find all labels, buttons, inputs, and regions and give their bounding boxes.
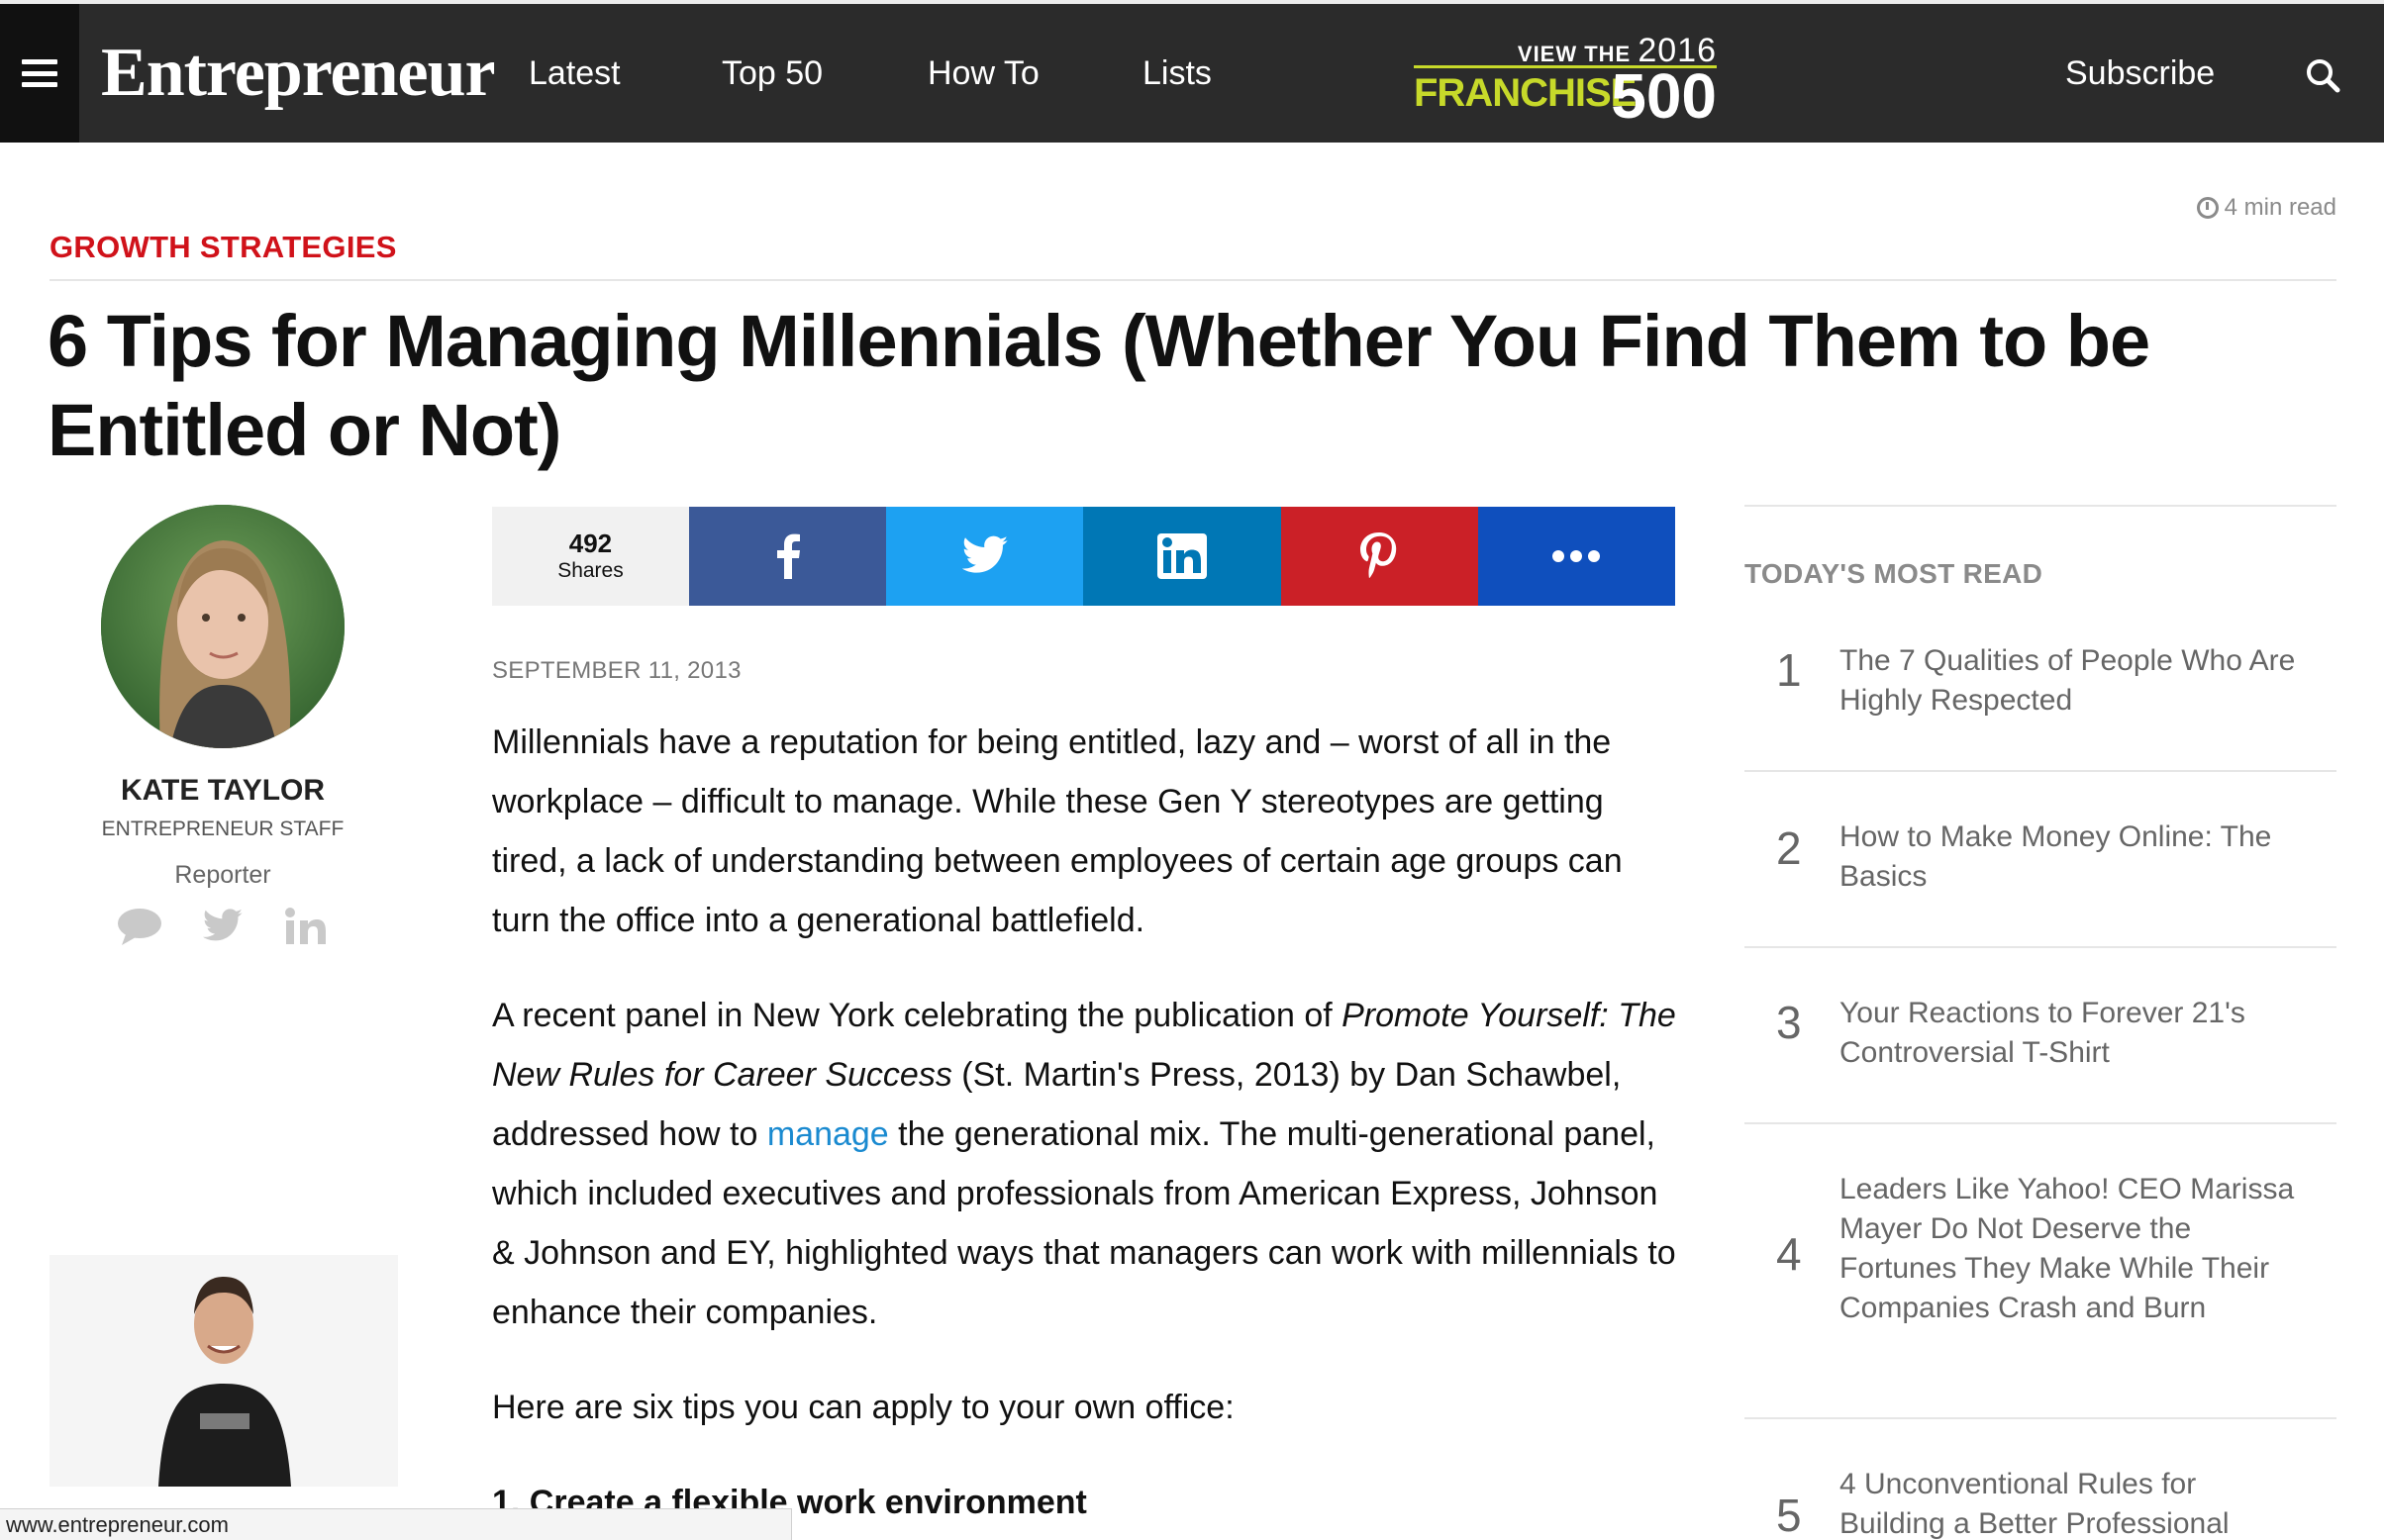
hamburger-menu-button[interactable] xyxy=(0,4,79,143)
article-body: Millennials have a reputation for being … xyxy=(492,713,1680,1532)
pinterest-share-button[interactable] xyxy=(1280,507,1478,606)
pinterest-icon xyxy=(1360,532,1397,578)
author-staff-label: ENTREPRENEUR STAFF xyxy=(101,818,345,840)
more-share-button[interactable] xyxy=(1477,507,1676,606)
header-divider xyxy=(50,279,2336,281)
comment-icon[interactable] xyxy=(116,903,163,950)
read-time-label: 4 min read xyxy=(2224,194,2336,221)
most-read-title-text[interactable]: Your Reactions to Forever 21's Controver… xyxy=(1839,994,2305,1073)
most-read-rank: 1 xyxy=(1776,644,1802,696)
sidebar-top-divider xyxy=(1744,505,2336,507)
manage-link[interactable]: manage xyxy=(767,1115,889,1153)
most-read-title-text[interactable]: How to Make Money Online: The Basics xyxy=(1839,818,2305,897)
linkedin-icon xyxy=(1156,533,1207,579)
most-read-item-4[interactable]: 4 Leaders Like Yahoo! CEO Marissa Mayer … xyxy=(1744,1124,2336,1419)
paragraph-1: Millennials have a reputation for being … xyxy=(492,723,1623,939)
most-read-title-text[interactable]: 4 Unconventional Rules for Building a Be… xyxy=(1839,1465,2305,1540)
video-thumbnail[interactable] xyxy=(50,1255,398,1487)
category-label[interactable]: GROWTH STRATEGIES xyxy=(50,230,397,265)
most-read-rank: 3 xyxy=(1776,997,1802,1048)
facebook-share-button[interactable] xyxy=(688,507,887,606)
most-read-title-text[interactable]: Leaders Like Yahoo! CEO Marissa Mayer Do… xyxy=(1839,1170,2305,1328)
browser-status-bar: www.entrepreneur.com xyxy=(0,1508,792,1540)
article-headline: 6 Tips for Managing Millennials (Whether… xyxy=(48,300,2150,471)
author-name[interactable]: KATE TAYLOR xyxy=(50,774,396,808)
most-read-item-5[interactable]: 5 4 Unconventional Rules for Building a … xyxy=(1744,1419,2336,1540)
franchise-name: FRANCHISE xyxy=(1414,71,1637,115)
most-read-rank: 5 xyxy=(1776,1490,1802,1540)
share-bar: 492 Shares xyxy=(492,507,1676,606)
author-avatar[interactable] xyxy=(101,505,345,748)
nav-item-latest[interactable]: Latest xyxy=(529,53,621,93)
twitter-icon[interactable] xyxy=(199,903,247,950)
most-read-rank: 4 xyxy=(1776,1228,1802,1280)
site-logo[interactable]: Entrepreneur xyxy=(101,32,496,115)
paragraph-2: A recent panel in New York celebrating t… xyxy=(492,986,1680,1342)
twitter-icon xyxy=(961,535,1008,573)
nav-item-top-50[interactable]: Top 50 xyxy=(722,53,823,93)
share-count-label: Shares xyxy=(557,559,624,582)
franchise-500-promo[interactable]: VIEW THE 2016 FRANCHISE 500 xyxy=(1414,28,1717,131)
most-read-item-2[interactable]: 2 How to Make Money Online: The Basics xyxy=(1744,772,2336,948)
paragraph-3: Here are six tips you can apply to your … xyxy=(492,1389,1235,1426)
most-read-rank: 2 xyxy=(1776,822,1802,874)
paragraph-2-text-a: A recent panel in New York celebrating t… xyxy=(492,997,1342,1034)
article-date: SEPTEMBER 11, 2013 xyxy=(492,657,742,684)
more-icon xyxy=(1552,550,1601,562)
subscribe-link[interactable]: Subscribe xyxy=(2065,53,2215,93)
most-read-item-1[interactable]: 1 The 7 Qualities of People Who Are High… xyxy=(1744,614,2336,772)
most-read-title-text[interactable]: The 7 Qualities of People Who Are Highly… xyxy=(1839,641,2305,721)
clock-icon xyxy=(2196,197,2219,219)
twitter-share-button[interactable] xyxy=(886,507,1084,606)
share-count-number: 492 xyxy=(568,529,613,558)
linkedin-icon[interactable] xyxy=(282,903,330,950)
most-read-title: TODAY'S MOST READ xyxy=(1744,558,2043,589)
linkedin-share-button[interactable] xyxy=(1083,507,1281,606)
share-count: 492 Shares xyxy=(492,507,689,606)
most-read-item-3[interactable]: 3 Your Reactions to Forever 21's Controv… xyxy=(1744,948,2336,1124)
facebook-icon xyxy=(776,533,800,579)
author-social-links xyxy=(99,903,347,950)
nav-item-how-to[interactable]: How To xyxy=(928,53,1040,93)
franchise-number: 500 xyxy=(1611,60,1717,132)
search-icon[interactable] xyxy=(2305,57,2340,93)
author-role: Reporter xyxy=(174,861,271,889)
read-time: 4 min read xyxy=(2196,194,2336,222)
top-nav-bar: Entrepreneur Latest Top 50 How To Lists … xyxy=(0,0,2384,143)
nav-item-lists[interactable]: Lists xyxy=(1142,53,1212,93)
menu-icon xyxy=(22,59,57,87)
